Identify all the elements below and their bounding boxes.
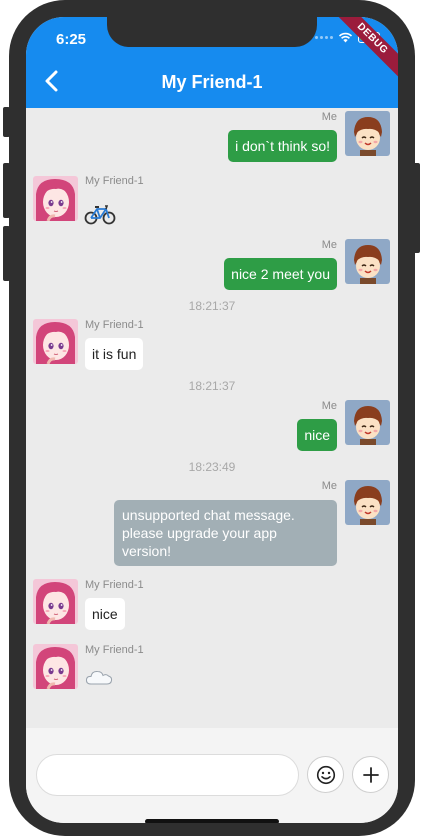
my-avatar[interactable] [345, 111, 390, 156]
timestamp: 18:21:37 [188, 379, 236, 393]
message-bubble[interactable]: nice [85, 598, 125, 630]
my-avatar[interactable] [345, 239, 390, 284]
message-bubble[interactable]: nice [297, 419, 337, 451]
message-input[interactable] [36, 754, 299, 796]
sender-name: My Friend-1 [85, 319, 144, 331]
friend-avatar[interactable] [33, 579, 78, 624]
message-bubble[interactable]: nice 2 meet you [224, 258, 337, 290]
signal-icon [315, 36, 333, 39]
add-button[interactable] [352, 756, 389, 793]
timestamp: 18:21:37 [188, 299, 236, 313]
smiley-icon [316, 765, 335, 784]
friend-avatar[interactable] [33, 176, 78, 221]
sender-name: Me [321, 480, 337, 492]
sender-name: Me [321, 111, 337, 123]
sender-name: My Friend-1 [85, 579, 144, 591]
chat-list[interactable]: Me i don`t think so! My Friend-1 Me nice… [26, 108, 398, 728]
cloud-icon [85, 670, 113, 685]
sender-name: My Friend-1 [85, 175, 144, 187]
message-bubble[interactable]: it is fun [85, 338, 144, 370]
my-avatar[interactable] [345, 400, 390, 445]
cloud-emoji[interactable] [85, 668, 113, 691]
sender-name: Me [321, 239, 337, 251]
message-bubble[interactable]: i don`t think so! [228, 130, 337, 162]
home-indicator[interactable] [145, 819, 279, 823]
bicycle-icon [84, 205, 116, 225]
sender-name: My Friend-1 [85, 644, 144, 656]
unsupported-message-bubble[interactable]: unsupported chat message. please upgrade… [114, 500, 337, 566]
bicycle-emoji[interactable] [84, 203, 116, 230]
input-bar [26, 728, 398, 823]
friend-avatar[interactable] [33, 644, 78, 689]
my-avatar[interactable] [345, 480, 390, 525]
timestamp: 18:23:49 [188, 460, 236, 474]
plus-icon [362, 766, 379, 783]
wifi-icon [338, 32, 353, 43]
page-title: My Friend-1 [161, 72, 263, 92]
notch [107, 17, 317, 47]
emoji-button[interactable] [307, 756, 344, 793]
friend-avatar[interactable] [33, 319, 78, 364]
sender-name: Me [321, 400, 337, 412]
status-time: 6:25 [56, 31, 87, 48]
app-screen: 6:25 DEBUG My Friend-1 Me i don`t think … [26, 17, 398, 823]
debug-banner: DEBUG [330, 17, 398, 81]
app-bar: 6:25 DEBUG My Friend-1 [26, 17, 398, 108]
